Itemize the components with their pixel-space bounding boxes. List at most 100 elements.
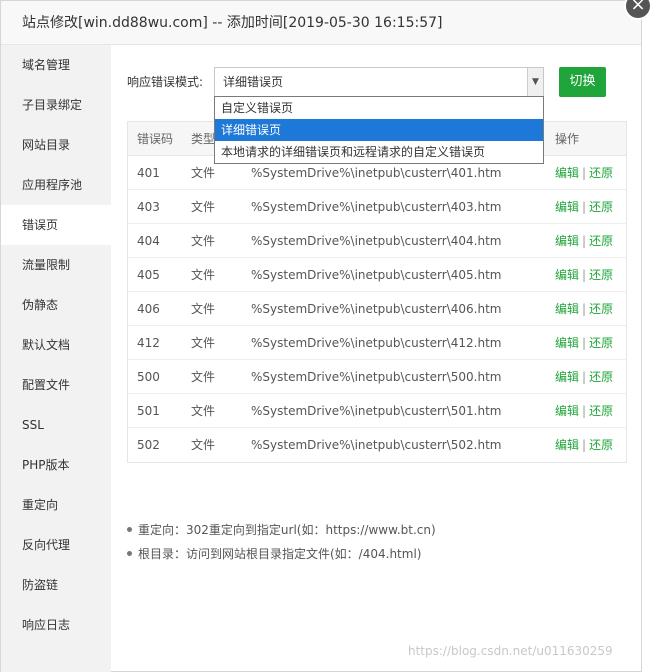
op-separator: | (582, 166, 587, 180)
row-type: 文件 (191, 234, 216, 248)
op-separator: | (582, 200, 587, 214)
note-item: 根目录：访问到网站根目录指定文件(如：/404.html) (127, 542, 436, 566)
edit-link[interactable]: 编辑 (555, 234, 579, 248)
op-separator: | (582, 336, 587, 350)
mode-label: 响应错误模式: (127, 75, 204, 89)
row-type: 文件 (191, 302, 216, 316)
note-item: 重定向：302重定向到指定url(如：https://www.bt.cn) (127, 518, 436, 542)
sidebar-item-redirect[interactable]: 重定向 (1, 485, 111, 525)
row-path: %SystemDrive%\inetpub\custerr\406.htm (251, 302, 502, 316)
edit-link[interactable]: 编辑 (555, 166, 579, 180)
row-code: 403 (137, 200, 160, 214)
sidebar-item-site-directory[interactable]: 网站目录 (1, 125, 111, 165)
op-separator: | (582, 438, 587, 452)
row-path: %SystemDrive%\inetpub\custerr\502.htm (251, 438, 502, 452)
restore-link[interactable]: 还原 (589, 404, 613, 418)
edit-link[interactable]: 编辑 (555, 438, 579, 452)
restore-link[interactable]: 还原 (589, 268, 613, 282)
sidebar-item-config-file[interactable]: 配置文件 (1, 365, 111, 405)
row-operations: 编辑 | 还原 (555, 428, 613, 462)
row-operations: 编辑 | 还原 (555, 326, 613, 360)
sidebar-item-php-version[interactable]: PHP版本 (1, 445, 111, 485)
restore-link[interactable]: 还原 (589, 336, 613, 350)
dialog-title: 站点修改[win.dd88wu.com] -- 添加时间[2019-05-30 … (1, 1, 641, 45)
error-pages-table: 错误码 类型 操作 401 文件 %SystemDrive%\inetpub\c… (127, 121, 627, 463)
note-text: 重定向：302重定向到指定url(如：https://www.bt.cn) (138, 523, 436, 537)
row-operations: 编辑 | 还原 (555, 224, 613, 258)
sidebar-item-domain[interactable]: 域名管理 (1, 45, 111, 85)
row-code: 405 (137, 268, 160, 282)
restore-link[interactable]: 还原 (589, 370, 613, 384)
option-detailed-local-only[interactable]: 本地请求的详细错误页和远程请求的自定义错误页 (215, 141, 543, 163)
row-operations: 编辑 | 还原 (555, 258, 613, 292)
help-notes: 重定向：302重定向到指定url(如：https://www.bt.cn) 根目… (127, 518, 436, 566)
sidebar-item-traffic-limit[interactable]: 流量限制 (1, 245, 111, 285)
row-code: 401 (137, 166, 160, 180)
sidebar-item-hotlink-protection[interactable]: 防盗链 (1, 565, 111, 605)
row-operations: 编辑 | 还原 (555, 190, 613, 224)
edit-link[interactable]: 编辑 (555, 200, 579, 214)
row-path: %SystemDrive%\inetpub\custerr\501.htm (251, 404, 502, 418)
row-code: 501 (137, 404, 160, 418)
edit-link[interactable]: 编辑 (555, 404, 579, 418)
site-edit-dialog: 站点修改[win.dd88wu.com] -- 添加时间[2019-05-30 … (0, 0, 642, 672)
row-type: 文件 (191, 404, 216, 418)
op-separator: | (582, 268, 587, 282)
option-detailed-error-page[interactable]: 详细错误页 (215, 119, 543, 141)
watermark: https://blog.csdn.net/u011630259 (408, 644, 613, 658)
edit-link[interactable]: 编辑 (555, 336, 579, 350)
table-row: 501 文件 %SystemDrive%\inetpub\custerr\501… (128, 394, 626, 428)
table-row: 403 文件 %SystemDrive%\inetpub\custerr\403… (128, 190, 626, 224)
sidebar-item-rewrite[interactable]: 伪静态 (1, 285, 111, 325)
op-separator: | (582, 404, 587, 418)
row-type: 文件 (191, 370, 216, 384)
edit-link[interactable]: 编辑 (555, 370, 579, 384)
row-code: 502 (137, 438, 160, 452)
row-type: 文件 (191, 336, 216, 350)
row-type: 文件 (191, 200, 216, 214)
table-row: 502 文件 %SystemDrive%\inetpub\custerr\502… (128, 428, 626, 462)
restore-link[interactable]: 还原 (589, 234, 613, 248)
row-type: 文件 (191, 438, 216, 452)
main-panel: 响应错误模式: 详细错误页 ▼ 切换 错误码 类型 操作 401 文件 %Sys… (111, 45, 643, 672)
row-path: %SystemDrive%\inetpub\custerr\405.htm (251, 268, 502, 282)
switch-button[interactable]: 切换 (559, 67, 606, 97)
restore-link[interactable]: 还原 (589, 438, 613, 452)
op-separator: | (582, 234, 587, 248)
error-mode-select[interactable]: 详细错误页 ▼ (214, 67, 544, 97)
sidebar-item-response-log[interactable]: 响应日志 (1, 605, 111, 645)
sidebar-item-error-pages[interactable]: 错误页 (1, 205, 111, 245)
table-row: 412 文件 %SystemDrive%\inetpub\custerr\412… (128, 326, 626, 360)
row-path: %SystemDrive%\inetpub\custerr\500.htm (251, 370, 502, 384)
row-operations: 编辑 | 还原 (555, 394, 613, 428)
option-custom-error-page[interactable]: 自定义错误页 (215, 97, 543, 119)
restore-link[interactable]: 还原 (589, 166, 613, 180)
sidebar-item-default-doc[interactable]: 默认文档 (1, 325, 111, 365)
bullet-icon (127, 527, 132, 532)
row-type: 文件 (191, 268, 216, 282)
row-path: %SystemDrive%\inetpub\custerr\412.htm (251, 336, 502, 350)
row-code: 500 (137, 370, 160, 384)
row-code: 406 (137, 302, 160, 316)
sidebar-item-ssl[interactable]: SSL (1, 405, 111, 445)
restore-link[interactable]: 还原 (589, 302, 613, 316)
chevron-down-icon[interactable]: ▼ (527, 68, 543, 96)
row-operations: 编辑 | 还原 (555, 292, 613, 326)
sidebar-item-subdir-binding[interactable]: 子目录绑定 (1, 85, 111, 125)
edit-link[interactable]: 编辑 (555, 268, 579, 282)
sidebar: 域名管理 子目录绑定 网站目录 应用程序池 错误页 流量限制 伪静态 默认文档 … (1, 45, 111, 672)
row-type: 文件 (191, 166, 216, 180)
edit-link[interactable]: 编辑 (555, 302, 579, 316)
header-operation: 操作 (555, 132, 580, 146)
restore-link[interactable]: 还原 (589, 200, 613, 214)
table-row: 500 文件 %SystemDrive%\inetpub\custerr\500… (128, 360, 626, 394)
sidebar-item-reverse-proxy[interactable]: 反向代理 (1, 525, 111, 565)
op-separator: | (582, 302, 587, 316)
row-code: 412 (137, 336, 160, 350)
row-path: %SystemDrive%\inetpub\custerr\403.htm (251, 200, 502, 214)
header-type: 类型 (191, 132, 216, 146)
table-row: 406 文件 %SystemDrive%\inetpub\custerr\406… (128, 292, 626, 326)
table-row: 404 文件 %SystemDrive%\inetpub\custerr\404… (128, 224, 626, 258)
note-text: 根目录：访问到网站根目录指定文件(如：/404.html) (138, 547, 422, 561)
sidebar-item-app-pool[interactable]: 应用程序池 (1, 165, 111, 205)
